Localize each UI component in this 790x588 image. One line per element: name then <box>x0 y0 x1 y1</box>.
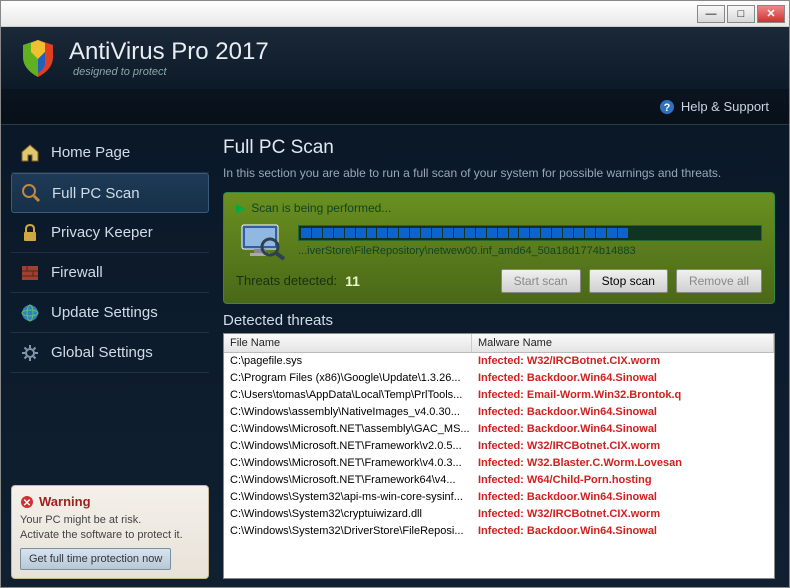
lock-icon <box>19 222 41 244</box>
progress-bar <box>298 225 762 241</box>
cell-malware: Infected: Backdoor.Win64.Sinowal <box>472 406 774 418</box>
scan-panel: ▶ Scan is being performed... ...iver <box>223 192 775 304</box>
sidebar-item-full-pc-scan[interactable]: Full PC Scan <box>11 173 209 213</box>
sidebar-item-privacy-keeper[interactable]: Privacy Keeper <box>11 213 209 253</box>
firewall-icon <box>19 262 41 284</box>
table-row[interactable]: C:\Windows\Microsoft.NET\Framework\v2.0.… <box>224 438 774 455</box>
column-header-malware[interactable]: Malware Name <box>472 334 774 352</box>
sidebar-item-label: Privacy Keeper <box>51 224 153 241</box>
table-row[interactable]: C:\Windows\Microsoft.NET\assembly\GAC_MS… <box>224 421 774 438</box>
sidebar-item-global-settings[interactable]: Global Settings <box>11 333 209 373</box>
table-row[interactable]: C:\Windows\System32\api-ms-win-core-sysi… <box>224 489 774 506</box>
cell-malware: Infected: Backdoor.Win64.Sinowal <box>472 372 774 384</box>
sidebar-item-label: Full PC Scan <box>52 185 140 202</box>
cell-filename: C:\Windows\System32\api-ms-win-core-sysi… <box>224 491 472 503</box>
table-row[interactable]: C:\Program Files (x86)\Google\Update\1.3… <box>224 370 774 387</box>
app-subtitle: designed to protect <box>73 66 269 78</box>
threats-detected-count: 11 <box>345 273 360 289</box>
warning-title: ✕ Warning <box>20 494 200 509</box>
cell-filename: C:\Windows\Microsoft.NET\Framework\v2.0.… <box>224 440 472 452</box>
detected-threats-title: Detected threats <box>223 312 775 329</box>
cell-malware: Infected: W32.Blaster.C.Worm.Lovesan <box>472 457 774 469</box>
table-row[interactable]: C:\Windows\Microsoft.NET\Framework64\v4.… <box>224 472 774 489</box>
svg-text:✕: ✕ <box>23 498 31 509</box>
sidebar-item-label: Firewall <box>51 264 103 281</box>
stop-scan-button[interactable]: Stop scan <box>589 269 668 293</box>
table-row[interactable]: C:\pagefile.sysInfected: W32/IRCBotnet.C… <box>224 353 774 370</box>
scan-current-path: ...iverStore\FileRepository\netwew00.inf… <box>298 245 762 257</box>
cell-malware: Infected: Email-Worm.Win32.Brontok.q <box>472 389 774 401</box>
maximize-button[interactable]: □ <box>727 5 755 23</box>
sidebar-item-home-page[interactable]: Home Page <box>11 133 209 173</box>
page-description: In this section you are able to run a fu… <box>223 165 775 182</box>
close-button[interactable]: ✕ <box>757 5 785 23</box>
threats-detected-label: Threats detected: <box>236 273 337 288</box>
table-row[interactable]: C:\Windows\System32\cryptuiwizard.dllInf… <box>224 506 774 523</box>
home-icon <box>19 142 41 164</box>
sidebar: Home Page Full PC Scan Privacy Keeper Firew… <box>1 125 219 587</box>
table-row[interactable]: C:\Users\tomas\AppData\Local\Temp\PrlToo… <box>224 387 774 404</box>
cell-filename: C:\Program Files (x86)\Google\Update\1.3… <box>224 372 472 384</box>
cell-malware: Infected: W64/Child-Porn.hosting <box>472 474 774 486</box>
main-panel: Full PC Scan In this section you are abl… <box>219 125 789 587</box>
cell-filename: C:\Windows\System32\DriverStore\FileRepo… <box>224 525 472 537</box>
threats-table: File Name Malware Name C:\pagefile.sysIn… <box>223 333 775 579</box>
minimize-button[interactable]: — <box>697 5 725 23</box>
warning-box: ✕ Warning Your PC might be at risk. Acti… <box>11 485 209 579</box>
get-protection-button[interactable]: Get full time protection now <box>20 548 171 570</box>
cell-filename: C:\pagefile.sys <box>224 355 472 367</box>
cell-malware: Infected: W32/IRCBotnet.CIX.worm <box>472 440 774 452</box>
remove-all-button[interactable]: Remove all <box>676 269 762 293</box>
cell-filename: C:\Windows\Microsoft.NET\assembly\GAC_MS… <box>224 423 472 435</box>
start-scan-button[interactable]: Start scan <box>501 269 581 293</box>
column-header-filename[interactable]: File Name <box>224 334 472 352</box>
cell-filename: C:\Windows\assembly\NativeImages_v4.0.30… <box>224 406 472 418</box>
globe-icon <box>19 302 41 324</box>
warning-text: Your PC might be at risk. Activate the s… <box>20 513 200 542</box>
sidebar-item-firewall[interactable]: Firewall <box>11 253 209 293</box>
help-support-link[interactable]: ? Help & Support <box>659 99 769 115</box>
sidebar-item-label: Update Settings <box>51 304 158 321</box>
alert-icon: ✕ <box>20 495 34 509</box>
table-row[interactable]: C:\Windows\assembly\NativeImages_v4.0.30… <box>224 404 774 421</box>
app-header: AntiVirus Pro 2017 designed to protect <box>1 27 789 89</box>
subheader: ? Help & Support <box>1 89 789 125</box>
titlebar: — □ ✕ <box>1 1 789 27</box>
help-support-label: Help & Support <box>681 99 769 114</box>
cell-malware: Infected: Backdoor.Win64.Sinowal <box>472 525 774 537</box>
sidebar-item-update-settings[interactable]: Update Settings <box>11 293 209 333</box>
cell-filename: C:\Windows\Microsoft.NET\Framework64\v4.… <box>224 474 472 486</box>
search-icon <box>20 182 42 204</box>
sidebar-item-label: Home Page <box>51 144 130 161</box>
page-title: Full PC Scan <box>223 137 775 159</box>
gear-icon <box>19 342 41 364</box>
svg-text:?: ? <box>663 102 670 114</box>
shield-logo-icon <box>17 37 59 79</box>
table-row[interactable]: C:\Windows\System32\DriverStore\FileRepo… <box>224 523 774 540</box>
cell-malware: Infected: Backdoor.Win64.Sinowal <box>472 491 774 503</box>
table-row[interactable]: C:\Windows\Microsoft.NET\Framework\v4.0.… <box>224 455 774 472</box>
sidebar-item-label: Global Settings <box>51 344 153 361</box>
app-title: AntiVirus Pro 2017 <box>69 38 269 66</box>
cell-malware: Infected: W32/IRCBotnet.CIX.worm <box>472 508 774 520</box>
monitor-scan-icon <box>236 221 288 261</box>
cell-filename: C:\Windows\Microsoft.NET\Framework\v4.0.… <box>224 457 472 469</box>
help-icon: ? <box>659 99 675 115</box>
scan-status: ▶ Scan is being performed... <box>236 201 762 215</box>
cell-malware: Infected: Backdoor.Win64.Sinowal <box>472 423 774 435</box>
table-header-row: File Name Malware Name <box>224 334 774 353</box>
cell-malware: Infected: W32/IRCBotnet.CIX.worm <box>472 355 774 367</box>
cell-filename: C:\Windows\System32\cryptuiwizard.dll <box>224 508 472 520</box>
cell-filename: C:\Users\tomas\AppData\Local\Temp\PrlToo… <box>224 389 472 401</box>
